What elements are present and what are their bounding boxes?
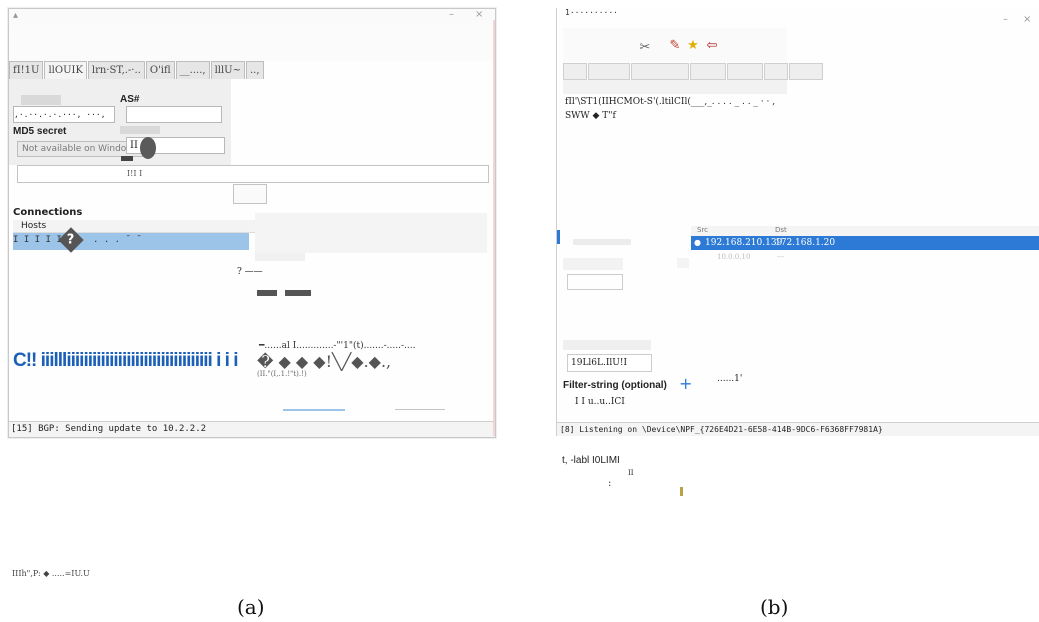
- glyph-row: � ◆ ◆ ◆!╲╱◆.◆.,: [257, 352, 392, 371]
- apply-button[interactable]: [233, 184, 267, 204]
- tab[interactable]: llOUIK: [44, 61, 87, 79]
- row2-src[interactable]: 10.0.0.10: [717, 253, 750, 261]
- bottom-left-text: IIIh",P: ◆ .....=IU.U: [12, 569, 90, 578]
- tools-icon[interactable]: ✂: [637, 39, 653, 55]
- capture-row-selected[interactable]: ● 192.168.210.139 172.168.1.20: [691, 236, 1039, 250]
- add-filter-icon[interactable]: +: [679, 374, 692, 393]
- screenshot-panel-a: ▴ – × fI!1U llOUIK lrn·ST,.-·.. O'ifl __....…: [8, 8, 496, 438]
- garbled-line-2: SWW ◆ T"f: [565, 111, 616, 121]
- below-sub: II: [628, 469, 634, 477]
- ok-button[interactable]: [283, 409, 345, 421]
- exit-icon[interactable]: ⇦: [704, 37, 720, 53]
- hosts-column-header[interactable]: Hosts: [13, 220, 257, 233]
- blurred-mark: [677, 258, 689, 268]
- star-icon[interactable]: ★: [685, 37, 701, 53]
- blurred-label: [573, 239, 631, 245]
- window-app-icon: ▴: [13, 10, 19, 21]
- below-mark: [680, 487, 683, 496]
- neighbor-field[interactable]: ,·.··.·.·.···, ···,: [13, 106, 115, 123]
- blurred-block: [563, 258, 623, 270]
- edit-icon[interactable]: ✎: [667, 37, 683, 53]
- status-bar: [15] BGP: Sending update to 10.2.2.2: [9, 421, 495, 437]
- options-small-text: I!I I: [127, 169, 143, 178]
- as-number-field[interactable]: [126, 106, 222, 123]
- tab[interactable]: __....,: [175, 61, 210, 79]
- tab[interactable]: fI!1U: [9, 61, 44, 79]
- status-bar: [8] Listening on \Device\NPF_{726E4D21-6…: [557, 422, 1039, 436]
- row-marker-icon: ●: [694, 238, 701, 247]
- filter-field[interactable]: I I u..u..ICI: [575, 397, 625, 407]
- adapter-field[interactable]: 19Ll6L.IlU!I: [567, 354, 652, 372]
- tab-bar: [563, 63, 824, 80]
- close-button[interactable]: ×: [475, 9, 483, 20]
- minimize-button[interactable]: –: [449, 9, 454, 20]
- filter-label: Filter-string (optional): [563, 380, 667, 391]
- below-text: t, -labl I0LIMI: [562, 455, 620, 466]
- garbled-line: ━......al I.............-"'1"(t).......-…: [259, 341, 416, 351]
- tab[interactable]: ..,: [245, 61, 264, 79]
- detail-pane-blurred: [255, 213, 487, 253]
- md5-secret-label: MD5 secret: [13, 126, 67, 137]
- window-toolbar: [9, 25, 495, 61]
- row-dst: 172.168.1.20: [775, 238, 836, 248]
- scroll-marker: [557, 230, 560, 244]
- window-title: 1··········: [565, 8, 618, 17]
- tab[interactable]: O'ifl: [145, 61, 175, 79]
- tab[interactable]: [563, 63, 587, 80]
- garbled-line-1: fIl'\ST1(IIHCMOt-S'(.ltilCIl(___,_. . . …: [565, 97, 776, 107]
- col-dst[interactable]: Dst: [775, 226, 787, 234]
- blurred-label-2: [563, 340, 651, 350]
- window-edge: [493, 20, 495, 436]
- tab[interactable]: lrn·ST,.-·..: [87, 61, 145, 79]
- below-colon: :: [608, 478, 612, 489]
- caption-a: (a): [237, 595, 265, 619]
- window-titlebar: [9, 9, 495, 25]
- tab[interactable]: [690, 63, 726, 80]
- capture-table-header: Src Dst: [691, 226, 1039, 236]
- detail-pane-blurred-2: [255, 253, 305, 261]
- label-placeholder: [120, 126, 160, 134]
- garbled-subline: (II."(I,.1.!"t).!): [257, 370, 307, 378]
- tab[interactable]: [588, 63, 630, 80]
- minimize-button[interactable]: –: [1003, 14, 1008, 25]
- screenshot-panel-b: 1·········· – × ✂ ✎ ★ ⇦ fIl'\ST1(IIHCMOt…: [556, 8, 1039, 436]
- caption-b: (b): [760, 595, 789, 619]
- blurred-input[interactable]: [567, 274, 623, 290]
- tab[interactable]: [727, 63, 763, 80]
- close-button[interactable]: ×: [1023, 14, 1031, 25]
- tab[interactable]: [631, 63, 689, 80]
- dots-text: ......1': [717, 374, 743, 384]
- not-available-button[interactable]: Not available on Windows: [17, 141, 144, 157]
- dash-mark-1: [257, 290, 277, 296]
- col-src[interactable]: Src: [697, 226, 708, 234]
- as-number-label: AS#: [120, 94, 140, 105]
- options-field[interactable]: [17, 165, 489, 183]
- indicator-bar: [121, 156, 133, 161]
- small-mark: ? ——: [237, 267, 263, 277]
- bgp-settings-form: AS# ,·.··.·.·.···, ···, MD5 secret Not a…: [9, 79, 231, 165]
- row-src: 192.168.210.139: [705, 238, 783, 248]
- cancel-button[interactable]: [395, 409, 445, 420]
- dash-mark-2: [285, 290, 311, 296]
- tab[interactable]: lllU~: [210, 61, 245, 79]
- tab[interactable]: [789, 63, 823, 80]
- tab-bar: fI!1U llOUIK lrn·ST,.-·.. O'ifl __...., lllU~…: [9, 61, 265, 79]
- row2-dst[interactable]: ---: [777, 253, 784, 261]
- cursor-blob: [140, 137, 156, 159]
- question-glyph: ?: [67, 232, 75, 248]
- connections-heading: Connections: [13, 207, 83, 218]
- tab[interactable]: [764, 63, 788, 80]
- blue-status-text: C!! iiillliiiiiiiiiiiiiiiiiiiiiiiiiiiiii…: [13, 350, 238, 371]
- label-placeholder: [21, 95, 61, 105]
- subheader: [563, 80, 787, 94]
- row-host-text: I I I I I: [13, 235, 62, 245]
- row-extra-text: . . . ˉ ˉ: [93, 235, 142, 245]
